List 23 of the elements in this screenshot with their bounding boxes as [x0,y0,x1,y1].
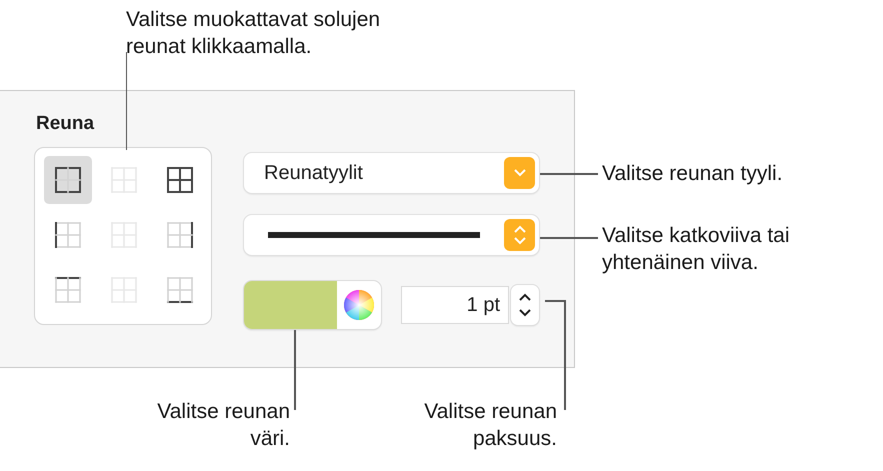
border-icon [165,220,195,250]
border-icon [165,275,195,305]
callout-text: Valitse muokattavat solujen reunat klikkaamalla. [126,7,380,60]
width-field[interactable]: 1 pt [401,286,509,324]
callout-text: Valitse reunan väri. [157,399,290,452]
line-style-dropdown[interactable] [244,215,539,255]
border-icon [165,165,195,195]
callout-text: Valitse reunan paksuus. [424,399,557,452]
border-icon [53,165,83,195]
chevron-down-icon [504,157,535,189]
callout-text: Valitse reunan tyyli. [602,161,783,187]
leader-line [540,237,598,238]
leader-line [540,173,598,174]
border-icon [53,220,83,250]
callout-text: Valitse katkoviiva tai yhtenäinen viiva. [602,223,790,276]
color-well[interactable] [244,281,381,329]
section-title: Reuna [36,114,94,133]
stepper[interactable] [511,285,539,325]
border-icon [53,275,83,305]
border-button[interactable] [44,156,92,204]
border-style-dropdown[interactable]: Reunatyylit [244,153,539,193]
up-down-chevron-icon [504,219,535,251]
color-wheel-icon [343,289,375,321]
